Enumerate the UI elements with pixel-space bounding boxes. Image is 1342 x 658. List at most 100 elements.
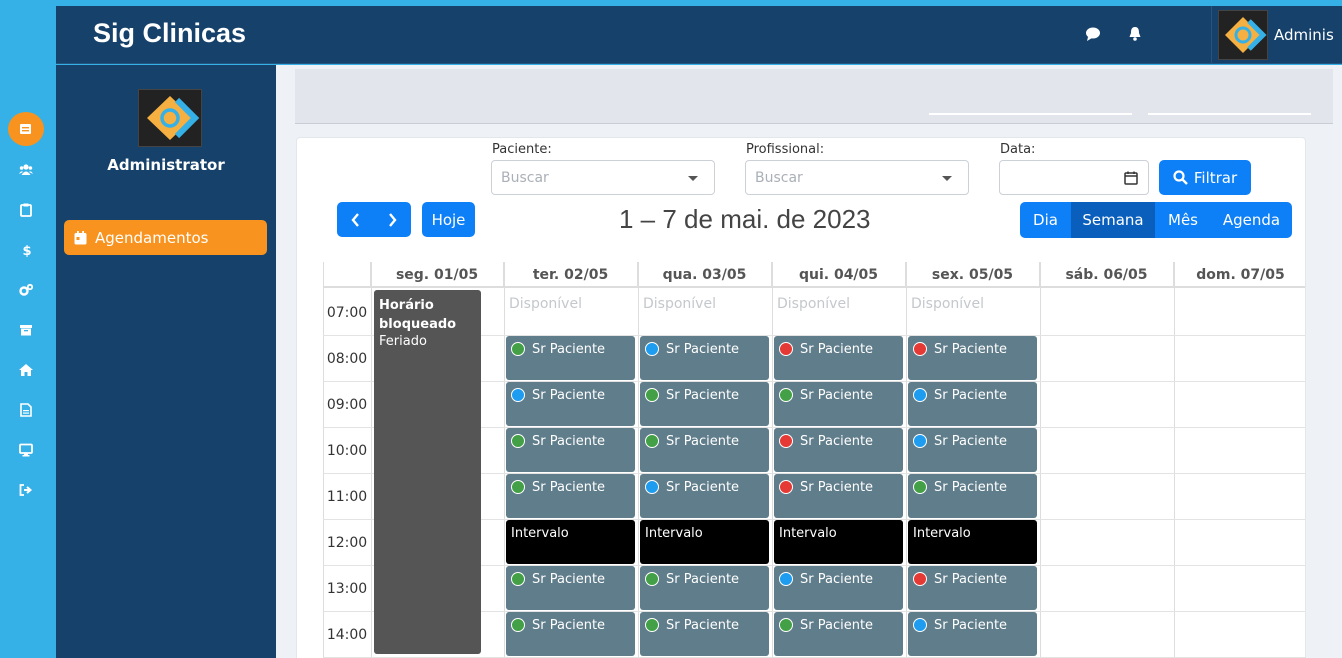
status-dot bbox=[779, 572, 793, 586]
dollar-icon: $ bbox=[23, 244, 32, 257]
appointment[interactable]: Sr Paciente bbox=[908, 382, 1037, 426]
break-slot[interactable]: Intervalo bbox=[506, 520, 635, 564]
hour-label: 14:00 bbox=[326, 627, 368, 643]
available-slot[interactable]: Disponível bbox=[777, 296, 850, 312]
appointment[interactable]: Sr Paciente bbox=[506, 474, 635, 518]
profissional-label: Profissional: bbox=[746, 142, 825, 157]
patient-name: Sr Paciente bbox=[800, 618, 874, 633]
break-slot[interactable]: Intervalo bbox=[908, 520, 1037, 564]
appointment[interactable]: Sr Paciente bbox=[774, 474, 903, 518]
data-label: Data: bbox=[1000, 142, 1036, 157]
grid-column-line bbox=[638, 262, 639, 658]
archive-icon bbox=[20, 325, 32, 336]
view-semana-button[interactable]: Semana bbox=[1071, 202, 1155, 238]
paciente-select[interactable]: Buscar bbox=[491, 160, 715, 195]
rail-button-users[interactable] bbox=[8, 153, 44, 187]
patient-name: Sr Paciente bbox=[800, 480, 874, 495]
top-bar: Sig Clinicas Adminis bbox=[56, 6, 1342, 64]
rail-button-home[interactable] bbox=[8, 353, 44, 387]
appointment[interactable]: Sr Paciente bbox=[774, 428, 903, 472]
bell-icon[interactable] bbox=[1128, 26, 1142, 45]
appointment[interactable]: Sr Paciente bbox=[908, 336, 1037, 380]
rail-button-monitor[interactable] bbox=[8, 433, 44, 467]
appointment[interactable]: Sr Paciente bbox=[506, 428, 635, 472]
chat-icon[interactable] bbox=[1085, 26, 1101, 45]
prev-week-button[interactable] bbox=[337, 202, 374, 237]
appointment[interactable]: Sr Paciente bbox=[640, 612, 769, 656]
appointment[interactable]: Sr Paciente bbox=[506, 382, 635, 426]
appointment[interactable]: Sr Paciente bbox=[774, 382, 903, 426]
chevron-left-icon bbox=[351, 212, 359, 227]
appointment[interactable]: Sr Paciente bbox=[908, 612, 1037, 656]
break-slot[interactable]: Intervalo bbox=[640, 520, 769, 564]
available-slot[interactable]: Disponível bbox=[509, 296, 582, 312]
status-dot bbox=[511, 572, 525, 586]
filter-button-label: Filtrar bbox=[1193, 168, 1238, 187]
calendar-icon[interactable] bbox=[1124, 171, 1138, 185]
appointment[interactable]: Sr Paciente bbox=[506, 566, 635, 610]
profissional-select[interactable]: Buscar bbox=[745, 160, 969, 195]
available-slot[interactable]: Disponível bbox=[643, 296, 716, 312]
next-week-button[interactable] bbox=[374, 202, 411, 237]
status-dot bbox=[511, 618, 525, 632]
patient-name: Sr Paciente bbox=[666, 480, 740, 495]
patient-name: Sr Paciente bbox=[934, 572, 1008, 587]
blocked-slot[interactable]: Horário bloqueado Feriado bbox=[374, 290, 481, 654]
patient-name: Sr Paciente bbox=[934, 388, 1008, 403]
patient-name: Sr Paciente bbox=[532, 434, 606, 449]
rail-button-calendar[interactable] bbox=[8, 112, 44, 146]
appointment[interactable]: Sr Paciente bbox=[640, 566, 769, 610]
patient-name: Sr Paciente bbox=[666, 342, 740, 357]
filter-button[interactable]: Filtrar bbox=[1159, 160, 1251, 195]
patient-name: Sr Paciente bbox=[800, 434, 874, 449]
status-dot bbox=[913, 480, 927, 494]
user-menu[interactable]: Adminis bbox=[1211, 6, 1342, 64]
status-dot bbox=[779, 388, 793, 402]
chevron-down-icon bbox=[942, 176, 952, 181]
view-dia-button[interactable]: Dia bbox=[1020, 202, 1071, 238]
profile-avatar bbox=[138, 89, 202, 147]
schedule-panel: Paciente: Buscar Profissional: Buscar Da… bbox=[296, 137, 1306, 658]
hour-label: 12:00 bbox=[326, 535, 368, 551]
rail-button-gears[interactable] bbox=[8, 273, 44, 307]
rail-button-logout[interactable] bbox=[8, 473, 44, 507]
view-mes-button[interactable]: Mês bbox=[1155, 202, 1211, 238]
today-button[interactable]: Hoje bbox=[422, 202, 475, 237]
profissional-placeholder: Buscar bbox=[755, 169, 803, 186]
appointment[interactable]: Sr Paciente bbox=[640, 336, 769, 380]
appointment[interactable]: Sr Paciente bbox=[506, 336, 635, 380]
sidebar-item-agendamentos[interactable]: Agendamentos bbox=[64, 220, 267, 255]
appointment[interactable]: Sr Paciente bbox=[908, 566, 1037, 610]
home-icon bbox=[19, 364, 33, 376]
appointment[interactable]: Sr Paciente bbox=[640, 474, 769, 518]
appointment[interactable]: Sr Paciente bbox=[506, 612, 635, 656]
appointment[interactable]: Sr Paciente bbox=[640, 382, 769, 426]
rail-button-archive[interactable] bbox=[8, 313, 44, 347]
status-dot bbox=[779, 434, 793, 448]
view-agenda-button[interactable]: Agenda bbox=[1211, 202, 1292, 238]
status-dot bbox=[511, 388, 525, 402]
break-slot[interactable]: Intervalo bbox=[774, 520, 903, 564]
rail-button-document[interactable] bbox=[8, 393, 44, 427]
week-calendar: seg. 01/05 ter. 02/05 qua. 03/05 qui. 04/05… bbox=[323, 262, 1305, 658]
break-label: Intervalo bbox=[913, 526, 971, 541]
status-dot bbox=[913, 388, 927, 402]
grid-column-line bbox=[504, 262, 505, 658]
appointment[interactable]: Sr Paciente bbox=[774, 566, 903, 610]
rail-button-dollar[interactable]: $ bbox=[8, 233, 44, 267]
patient-name: Sr Paciente bbox=[666, 388, 740, 403]
sidebar-item-label: Agendamentos bbox=[95, 228, 209, 247]
appointment[interactable]: Sr Paciente bbox=[774, 612, 903, 656]
day-header: sáb. 06/05 bbox=[1040, 262, 1174, 288]
appointment[interactable]: Sr Paciente bbox=[640, 428, 769, 472]
appointment[interactable]: Sr Paciente bbox=[908, 474, 1037, 518]
hour-label: 07:00 bbox=[326, 305, 368, 321]
appointment[interactable]: Sr Paciente bbox=[774, 336, 903, 380]
day-header: seg. 01/05 bbox=[371, 262, 504, 288]
date-input[interactable] bbox=[999, 160, 1149, 195]
grid-column-line bbox=[371, 262, 372, 658]
search-icon bbox=[1173, 170, 1188, 185]
rail-button-clipboard[interactable] bbox=[8, 193, 44, 227]
appointment[interactable]: Sr Paciente bbox=[908, 428, 1037, 472]
available-slot[interactable]: Disponível bbox=[911, 296, 984, 312]
